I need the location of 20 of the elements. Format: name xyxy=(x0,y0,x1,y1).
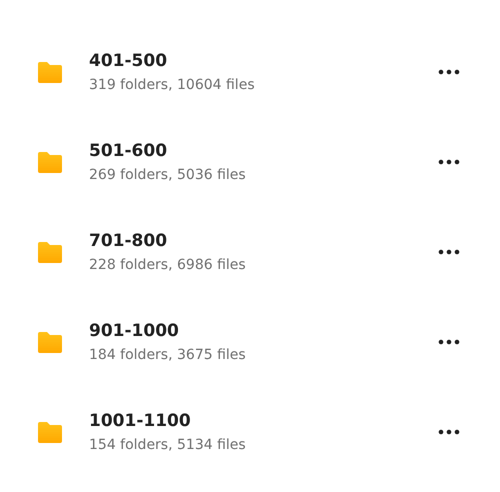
folder-name: 501-600 xyxy=(89,141,168,161)
folder-icon xyxy=(37,332,63,352)
folder-name: 901-1000 xyxy=(89,321,180,341)
folder-name: 401-500 xyxy=(89,51,168,71)
folder-icon xyxy=(37,242,63,262)
folder-details: 269 folders, 5036 files xyxy=(89,167,247,183)
folder-icon xyxy=(37,422,63,442)
more-icon xyxy=(438,69,460,75)
folder-name: 1001-1100 xyxy=(89,411,192,431)
folder-details: 184 folders, 3675 files xyxy=(89,347,247,363)
folder-icon xyxy=(37,152,63,172)
folder-icon xyxy=(37,62,63,82)
more-icon xyxy=(438,429,460,435)
more-icon xyxy=(438,159,460,165)
folder-name: 701-800 xyxy=(89,231,168,251)
folder-details: 319 folders, 10604 files xyxy=(89,77,256,93)
folder-details: 154 folders, 5134 files xyxy=(89,437,247,453)
more-icon xyxy=(438,249,460,255)
folder-details: 228 folders, 6986 files xyxy=(89,257,247,273)
more-icon xyxy=(438,339,460,345)
